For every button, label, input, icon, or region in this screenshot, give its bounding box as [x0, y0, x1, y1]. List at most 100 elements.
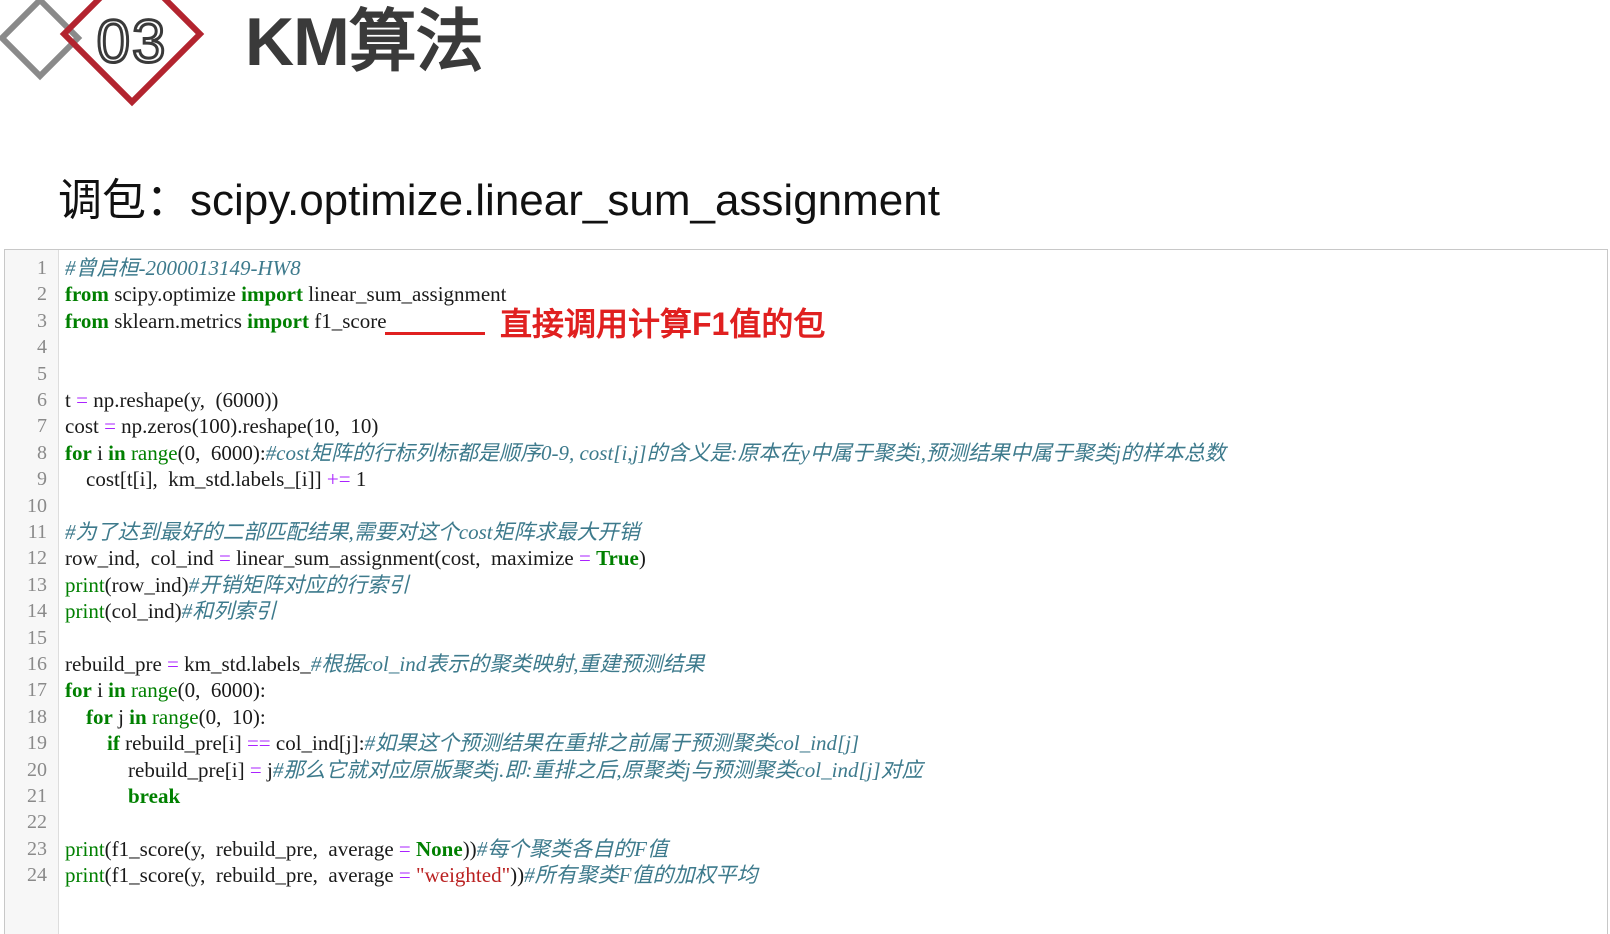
code-token: import [241, 282, 303, 307]
code-editor[interactable]: 1 2 3 4 5 6 7 8 9 10 11 12 13 14 15 16 17 18 19 20 21 22 23 24 … [4, 249, 1608, 934]
code-token: from [65, 282, 109, 307]
code-token: if [107, 731, 120, 756]
code-line: print(f1_score(y, rebuild_pre, average =… [65, 862, 757, 889]
code-line: for j in range(0, 10): [65, 704, 266, 731]
code-token: = [218, 546, 231, 571]
code-token: #所有聚类F值的加权平均 [524, 863, 758, 888]
code-token: np.reshape(y, (6000)) [87, 388, 279, 412]
line-number: 11 [27, 521, 47, 543]
code-line: #为了达到最好的二部匹配结果,需要对这个cost矩阵求最大开销 [65, 519, 640, 546]
annotation-note: 直接调用计算F1值的包 [500, 306, 826, 342]
code-token: = [398, 863, 411, 888]
line-number: 13 [27, 573, 47, 596]
code-token: range [130, 678, 178, 703]
code-token: row_ind, col_ind [65, 546, 219, 571]
code-line: for i in range(0, 6000): [65, 677, 266, 704]
code-token: cost[t[i], km_std.labels_[i]] [65, 467, 327, 492]
code-token: in [108, 678, 126, 703]
line-number: 15 [27, 626, 47, 649]
code-token: col_ind[j]: [270, 731, 365, 756]
code-token: import [247, 308, 309, 333]
code-token: rebuild_pre[i] [65, 757, 250, 782]
code-token: print [65, 599, 105, 624]
line-number: 18 [27, 705, 47, 728]
code-token: rebuild_pre[i] [119, 731, 247, 756]
code-token: #那么它就对应原版聚类j.即:重排之后,原聚类j与预测聚类col_ind[j]对… [272, 757, 923, 782]
code-line: from sklearn.metrics import f1_score [65, 308, 387, 335]
code-token: ) [638, 546, 646, 571]
code-token: for [65, 440, 92, 465]
code-token: = [249, 757, 262, 782]
line-number: 9 [37, 468, 47, 491]
code-line: t = np.reshape(y, (6000)) [65, 387, 278, 414]
line-number: 8 [37, 441, 47, 464]
code-token: #根据col_ind表示的聚类映射,重建预测结果 [310, 652, 705, 676]
code-token: from [65, 308, 109, 333]
code-token: (0, 10): [198, 704, 266, 729]
code-token: range [151, 704, 199, 729]
section-number-badge: 03 [0, 0, 205, 107]
code-line: rebuild_pre = km_std.labels_#根据col_ind表示… [65, 651, 704, 678]
line-number: 20 [27, 758, 47, 781]
slide-title: KM算法 [245, 4, 484, 80]
code-token: None [416, 836, 463, 861]
code-token: sklearn.metrics [108, 308, 248, 333]
code-token: = [76, 388, 88, 412]
line-number: 4 [37, 336, 47, 359]
code-token: 1 [350, 467, 367, 492]
code-line: print(col_ind)#和列索引 [65, 598, 276, 625]
code-token: km_std.labels_ [178, 652, 311, 676]
code-token: #为了达到最好的二部匹配结果,需要对这个cost矩阵求最大开销 [65, 520, 640, 544]
code-token: linear_sum_assignment [302, 282, 507, 307]
section-number: 03 [97, 8, 168, 75]
code-token: = [104, 414, 116, 439]
line-number: 23 [27, 837, 47, 860]
line-number: 24 [27, 864, 47, 887]
code-token: linear_sum_assignment(cost, maximize [230, 546, 579, 571]
code-line: cost = np.zeros(100).reshape(10, 10) [65, 413, 378, 440]
line-number: 3 [37, 309, 47, 332]
code-token: = [579, 546, 591, 571]
line-number: 14 [27, 600, 47, 623]
code-token: (0, 6000): [177, 678, 266, 703]
line-number: 2 [37, 283, 47, 306]
code-token: rebuild_pre [65, 652, 168, 676]
code-token: t [65, 388, 77, 412]
code-line: break [65, 783, 180, 810]
code-token: += [326, 467, 351, 492]
line-number: 22 [27, 811, 47, 834]
code-token: print [65, 863, 105, 888]
code-token: j [261, 757, 273, 782]
code-token: = [398, 836, 411, 861]
line-number: 6 [37, 389, 47, 411]
code-line: print(row_ind)#开销矩阵对应的行索引 [65, 572, 409, 599]
code-token: j [112, 704, 130, 729]
code-token: break [128, 784, 181, 808]
code-token: print [65, 836, 105, 861]
code-token: #开销矩阵对应的行索引 [188, 572, 410, 597]
line-number: 12 [27, 547, 47, 570]
line-number: 7 [37, 415, 47, 438]
code-line: cost[t[i], km_std.labels_[i]] += 1 [65, 466, 366, 493]
line-number: 19 [27, 732, 47, 755]
code-token: #如果这个预测结果在重排之前属于预测聚类col_ind[j] [364, 731, 860, 756]
line-number: 10 [27, 494, 47, 517]
code-token: #每个聚类各自的F值 [476, 836, 669, 861]
code-line: row_ind, col_ind = linear_sum_assignment… [65, 545, 646, 572]
line-number-gutter: 1 2 3 4 5 6 7 8 9 10 11 12 13 14 15 16 17 18 19 20 21 22 23 24 [5, 250, 59, 934]
code-token: (col_ind) [104, 599, 182, 624]
code-line: if rebuild_pre[i] == col_ind[j]:#如果这个预测结… [65, 730, 859, 757]
code-line: from scipy.optimize import linear_sum_as… [65, 281, 507, 308]
code-token: in [129, 704, 147, 729]
code-token: cost [65, 414, 105, 439]
code-token: scipy.optimize [108, 282, 242, 307]
slide-subtitle: 调包：scipy.optimize.linear_sum_assignment [58, 176, 940, 225]
code-token: = [167, 652, 179, 676]
line-number: 16 [27, 653, 47, 675]
code-token: print [65, 572, 105, 597]
code-token: #和列索引 [181, 599, 277, 624]
line-number: 17 [27, 679, 47, 702]
